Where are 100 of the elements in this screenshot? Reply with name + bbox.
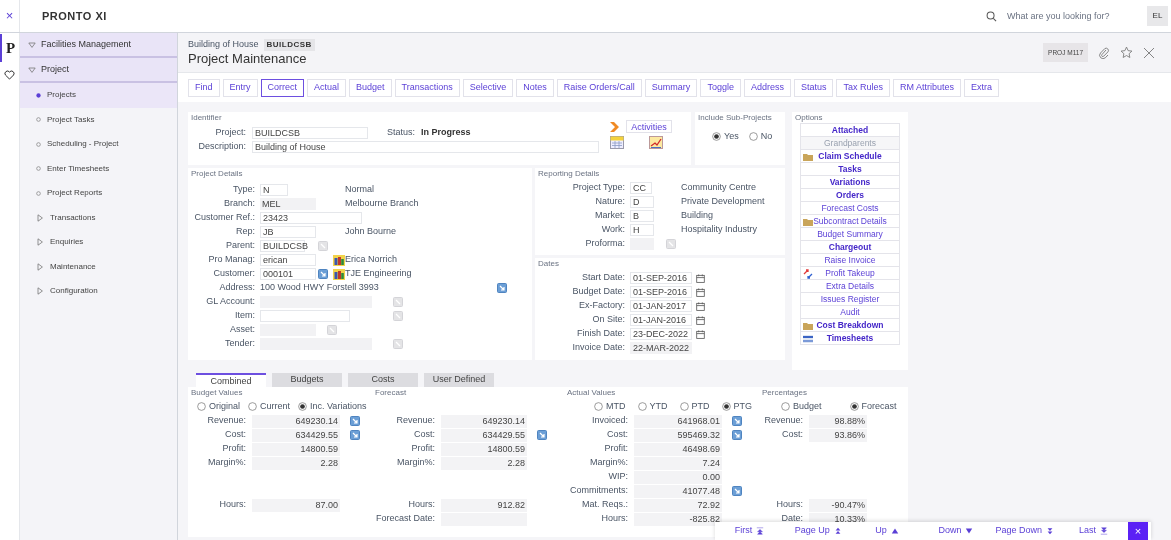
pager-button[interactable]: Page Down — [990, 522, 1060, 540]
toolbar-tab[interactable]: Notes — [516, 78, 554, 97]
toolbar-tab[interactable]: Entry — [222, 78, 258, 97]
radio-option[interactable]: Yes — [712, 130, 739, 144]
radio-option[interactable]: PTG — [721, 399, 752, 414]
toolbar-tab[interactable]: Correct — [260, 78, 305, 97]
input-field[interactable]: 01-SEP-2016 — [630, 286, 692, 298]
radio-option[interactable]: Inc. Variations — [298, 399, 367, 414]
toolbar-tab[interactable]: Transactions — [394, 78, 460, 97]
pager-button[interactable]: Last — [1059, 522, 1128, 540]
input-field[interactable]: 23-DEC-2022 — [630, 328, 692, 340]
sidebar-item[interactable]: Project Tasks — [20, 107, 177, 132]
input-field[interactable]: B — [630, 210, 654, 222]
close-button[interactable]: × — [0, 0, 20, 32]
tab[interactable]: Budgets — [272, 373, 342, 387]
calendar-icon[interactable] — [696, 287, 705, 297]
radio-option[interactable]: YTD — [637, 399, 668, 414]
heart-icon[interactable] — [4, 70, 15, 80]
toolbar-tab[interactable]: Address — [743, 78, 791, 97]
option-button[interactable]: Audit — [800, 305, 900, 319]
input-field[interactable]: CC — [630, 182, 652, 194]
radio-option[interactable]: Current — [248, 399, 291, 414]
option-button[interactable]: Budget Summary — [800, 227, 900, 241]
sidebar-item[interactable]: Enter Timesheets — [20, 156, 177, 181]
option-button[interactable]: Chargeout — [800, 240, 900, 254]
toolbar-tab[interactable]: RM Attributes — [892, 78, 961, 97]
radio-option[interactable]: Budget — [781, 399, 822, 414]
calendar-icon[interactable] — [696, 329, 705, 339]
toolbar-tab[interactable]: Summary — [644, 78, 698, 97]
input-field[interactable]: JB — [260, 226, 316, 238]
input-field[interactable]: BUILDCSB — [252, 127, 368, 139]
toolbar-tab[interactable]: Actual — [307, 78, 347, 97]
toolbar-tab[interactable]: Budget — [349, 78, 392, 97]
input-field[interactable]: D — [630, 196, 654, 208]
input-field[interactable]: 01-JAN-2017 — [630, 300, 692, 312]
toolbar-tab[interactable]: Find — [188, 78, 220, 97]
lookup-icon[interactable] — [350, 430, 360, 440]
sidebar-folder[interactable]: Project — [20, 58, 177, 83]
input-field[interactable]: Building of House — [252, 141, 599, 153]
user-avatar[interactable]: EL — [1147, 6, 1168, 26]
tab[interactable]: Combined — [196, 373, 266, 387]
lookup-icon[interactable] — [732, 486, 742, 496]
calendar-icon[interactable] — [696, 273, 705, 283]
toolbar-tab[interactable]: Extra — [964, 78, 999, 97]
close-button[interactable]: × — [1127, 522, 1148, 540]
toolbar-tab[interactable]: Status — [793, 78, 834, 97]
sidebar-item[interactable]: Enquiries — [20, 230, 177, 255]
sidebar-folder[interactable]: Facilities Management — [20, 33, 177, 58]
option-button[interactable]: Tasks — [800, 162, 900, 176]
pager-button[interactable]: Down — [921, 522, 991, 540]
input-field[interactable]: H — [630, 224, 654, 236]
option-button[interactable]: Orders — [800, 188, 900, 202]
lookup-icon[interactable] — [497, 283, 507, 293]
toolbar-tab[interactable]: Raise Orders/Call — [556, 78, 642, 97]
sidebar-item[interactable]: Transactions — [20, 205, 177, 230]
option-button[interactable]: Extra Details — [800, 279, 900, 293]
lookup-icon[interactable] — [732, 416, 742, 426]
search-field[interactable]: What are you looking for? — [1007, 6, 1147, 26]
option-button[interactable]: Raise Invoice — [800, 253, 900, 267]
calendar-icon[interactable] — [696, 315, 705, 325]
input-field[interactable] — [260, 310, 350, 322]
sheet-icon[interactable] — [610, 136, 624, 149]
input-field[interactable]: 01-JAN-2016 — [630, 314, 692, 326]
activities-button[interactable]: Activities — [626, 120, 672, 133]
option-button[interactable]: Timesheets — [800, 331, 900, 345]
radio-option[interactable]: Forecast — [849, 399, 897, 414]
input-field[interactable]: 01-SEP-2016 — [630, 272, 692, 284]
input-field[interactable]: 23423 — [260, 212, 362, 224]
radio-option[interactable]: MTD — [594, 399, 626, 414]
option-button[interactable]: Subcontract Details — [800, 214, 900, 228]
lookup-icon[interactable] — [318, 269, 328, 279]
input-field[interactable]: 000101 — [260, 268, 316, 280]
option-button[interactable]: Issues Register — [800, 292, 900, 306]
radio-option[interactable]: Original — [197, 399, 240, 414]
toolbar-tab[interactable]: Toggle — [700, 78, 741, 97]
star-icon[interactable] — [1120, 46, 1133, 59]
lookup-icon[interactable] — [350, 416, 360, 426]
tab[interactable]: User Defined — [424, 373, 494, 387]
toolbar-tab[interactable]: Tax Rules — [836, 78, 890, 97]
sidebar-item[interactable]: Maintenance — [20, 254, 177, 279]
close-icon[interactable] — [1143, 46, 1155, 59]
paperclip-icon[interactable] — [1098, 46, 1110, 59]
toolbar-tab[interactable]: Selective — [462, 78, 514, 97]
lookup-icon[interactable] — [732, 430, 742, 440]
lookup-icon[interactable] — [537, 430, 547, 440]
option-button[interactable]: Profit Takeup — [800, 266, 900, 280]
search-icon[interactable] — [986, 10, 997, 22]
sidebar-item[interactable]: Configuration — [20, 279, 177, 304]
option-button[interactable]: Claim Schedule — [800, 149, 900, 163]
radio-option[interactable]: PTD — [679, 399, 710, 414]
option-button[interactable]: Variations — [800, 175, 900, 189]
option-button[interactable]: Forecast Costs — [800, 201, 900, 215]
option-button[interactable]: Cost Breakdown — [800, 318, 900, 332]
sidebar-item[interactable]: Scheduling - Project — [20, 132, 177, 157]
tab[interactable]: Costs — [348, 373, 418, 387]
calendar-icon[interactable] — [696, 301, 705, 311]
sidebar-item[interactable]: Project Reports — [20, 181, 177, 206]
chart-icon[interactable] — [649, 136, 663, 149]
radio-option[interactable]: No — [748, 130, 773, 144]
input-field[interactable]: erican — [260, 254, 316, 266]
